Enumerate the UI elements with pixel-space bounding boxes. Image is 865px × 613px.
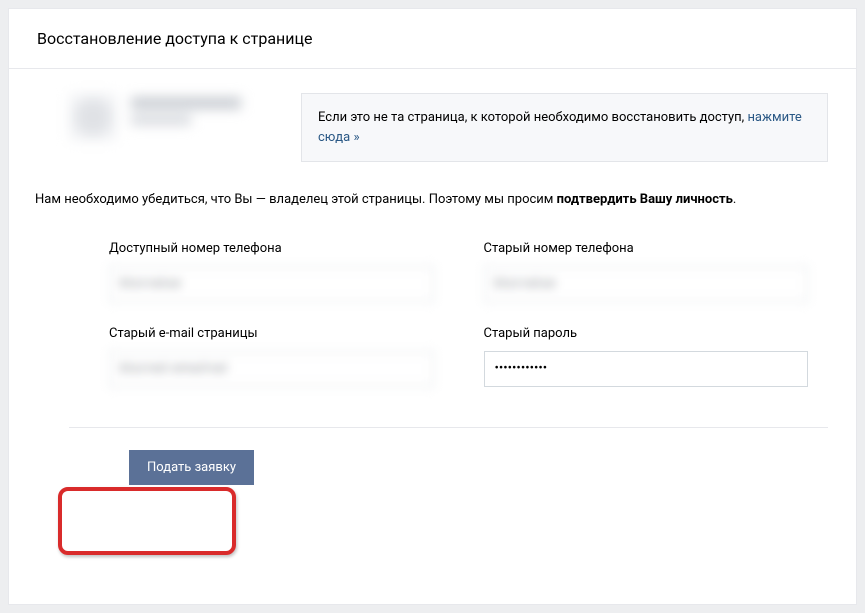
instruction-text: Нам необходимо убедиться, что Вы — владе… <box>35 190 828 211</box>
page-title: Восстановление доступа к странице <box>37 29 828 48</box>
old-email-label: Старый e-mail страницы <box>109 326 434 341</box>
available-phone-input[interactable] <box>109 266 434 302</box>
instruction-suffix: . <box>733 192 736 207</box>
old-password-group: Старый пароль <box>484 326 809 387</box>
instruction-bold: подтвердить Вашу личность <box>557 192 733 207</box>
old-phone-label: Старый номер телефона <box>484 241 809 256</box>
footer: Подать заявку <box>69 428 828 507</box>
avatar <box>69 93 117 141</box>
old-password-label: Старый пароль <box>484 326 809 341</box>
old-email-input[interactable] <box>109 351 434 387</box>
profile-subtext-placeholder <box>131 115 191 125</box>
card-body: Если это не та страница, к которой необх… <box>9 69 856 507</box>
card-header: Восстановление доступа к странице <box>9 9 856 69</box>
form-grid: Доступный номер телефона Старый номер те… <box>109 241 808 387</box>
available-phone-label: Доступный номер телефона <box>109 241 434 256</box>
wrong-page-info: Если это не та страница, к которой необх… <box>301 93 828 162</box>
restore-access-card: Восстановление доступа к странице Если э… <box>8 8 857 605</box>
old-phone-input[interactable] <box>484 266 809 302</box>
profile-info-row: Если это не та страница, к которой необх… <box>69 93 828 162</box>
old-phone-group: Старый номер телефона <box>484 241 809 302</box>
submit-button[interactable]: Подать заявку <box>129 450 254 485</box>
profile-text <box>131 93 241 125</box>
profile-name-placeholder <box>131 97 241 109</box>
old-email-group: Старый e-mail страницы <box>109 326 434 387</box>
profile-block <box>69 93 241 141</box>
instruction-prefix: Нам необходимо убедиться, что Вы — владе… <box>35 192 557 207</box>
available-phone-group: Доступный номер телефона <box>109 241 434 302</box>
info-text: Если это не та страница, к которой необх… <box>318 110 747 125</box>
old-password-input[interactable] <box>484 351 809 387</box>
